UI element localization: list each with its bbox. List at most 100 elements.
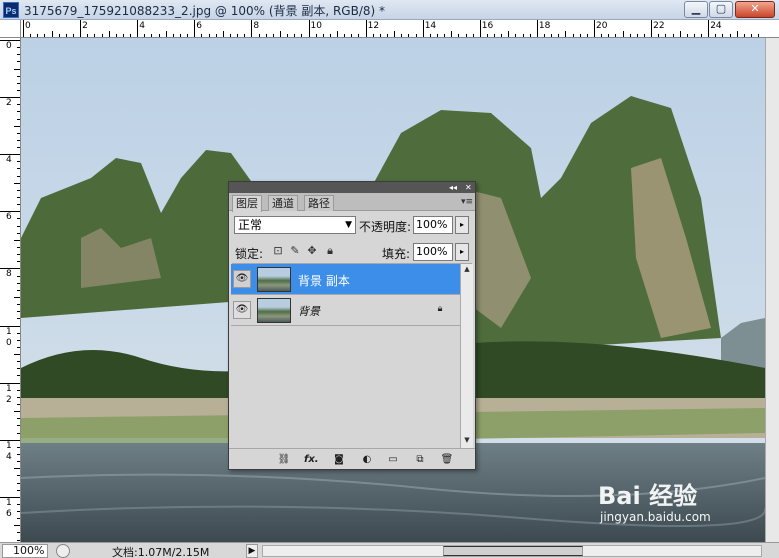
layers-bottom-toolbar: ⛓︎ fx. ◙ ◐ ▭ ⧉ 🗑︎ [229, 448, 475, 469]
status-menu-arrow[interactable]: ▶ [246, 544, 258, 558]
layer-name[interactable]: 背景 [298, 303, 320, 319]
tab-paths[interactable]: 路径 [304, 195, 334, 211]
zoom-field[interactable]: 100% [2, 544, 48, 558]
close-panel-icon[interactable]: ✕ [465, 182, 472, 193]
panel-tabs: 图层 通道 路径 ▾≡ [229, 193, 475, 212]
ruler-minor-tick [565, 31, 567, 37]
layers-panel: ◂◂ ✕ 图层 通道 路径 ▾≡ 正常 ▼ 不透明度: 100% ▸ 锁定: ⊡… [228, 181, 476, 470]
ruler-label: 2 [6, 98, 12, 109]
layer-name[interactable]: 背景 副本 [298, 272, 350, 289]
horizontal-ruler[interactable]: 0 2 4 6 8 10 12 14 16 18 20 22 24 [21, 20, 779, 38]
lock-all-icon[interactable]: 🔒︎ [324, 245, 336, 257]
ruler-minor-tick [14, 239, 20, 241]
window-title: 3175679_175921088233_2.jpg @ 100% (背景 副本… [24, 4, 385, 18]
ruler-minor-tick [14, 354, 20, 356]
watermark-url: jingyan.baidu.com [600, 510, 711, 524]
adjustment-icon[interactable]: ◐ [360, 453, 374, 466]
opacity-field[interactable]: 100% [413, 216, 453, 234]
status-bar: 100% 文档:1.07M/2.15M ▶ [0, 542, 779, 558]
scroll-down-icon[interactable]: ▼ [461, 436, 473, 446]
trash-icon[interactable]: 🗑︎ [440, 453, 454, 466]
ruler-label: 6 [196, 21, 203, 31]
minimize-button[interactable]: ▁ [684, 1, 708, 18]
fill-field[interactable]: 100% [413, 243, 453, 261]
ruler-major-tick [651, 20, 653, 37]
ruler-major-tick [80, 20, 82, 37]
chevron-down-icon: ▼ [345, 220, 352, 230]
layer-row-background[interactable]: 👁︎ 背景 🔒︎ [231, 295, 460, 326]
ruler-label: 10 [310, 21, 322, 31]
scroll-thumb[interactable] [443, 546, 583, 556]
info-icon[interactable] [56, 544, 70, 558]
photoshop-app-icon: Ps [3, 2, 19, 18]
lock-transparency-icon[interactable]: ⊡ [272, 245, 284, 257]
panel-title-bar[interactable]: ◂◂ ✕ [229, 182, 475, 193]
mask-icon[interactable]: ◙ [332, 453, 346, 466]
layers-scrollbar[interactable]: ▲ ▼ [460, 264, 473, 448]
ruler-label: 24 [710, 21, 722, 31]
ruler-corner[interactable] [0, 20, 21, 38]
ruler-label: 12 [367, 21, 380, 31]
ruler-minor-tick [108, 31, 110, 37]
fill-slider-arrow[interactable]: ▸ [455, 243, 469, 261]
collapse-panel-icon[interactable]: ◂◂ [449, 182, 457, 193]
ruler-minor-tick [679, 31, 681, 37]
ruler-label: 1 2 [6, 383, 12, 405]
watermark-logo: Bai 经验 [598, 482, 698, 510]
layer-thumbnail [257, 298, 291, 323]
ruler-minor-tick [622, 31, 624, 37]
ruler-minor-tick [222, 31, 224, 37]
fill-label: 填充: [382, 247, 411, 261]
vertical-ruler[interactable]: 0 2 4 6 8 1 0 1 2 1 4 1 6 [0, 38, 21, 542]
lock-position-icon[interactable]: ✥ [306, 245, 318, 257]
ruler-major-tick [194, 20, 196, 37]
ruler-major-tick [479, 20, 481, 37]
ruler-label: 1 6 [6, 497, 12, 519]
opacity-slider-arrow[interactable]: ▸ [455, 216, 469, 234]
restore-button[interactable]: ▢ [709, 1, 733, 18]
ruler-label: 0 [6, 41, 12, 51]
ruler-label: 8 [253, 21, 260, 31]
close-button[interactable]: ✕ [735, 1, 775, 18]
opacity-label: 不透明度: [359, 220, 412, 234]
ruler-minor-tick [14, 525, 20, 527]
blend-mode-value: 正常 [238, 218, 263, 232]
ruler-label: 14 [424, 21, 437, 31]
ruler-major-tick [308, 20, 310, 37]
canvas-vertical-scrollbar[interactable] [765, 38, 779, 542]
tab-channels[interactable]: 通道 [268, 195, 298, 211]
layers-list: 👁︎ 背景 副本 👁︎ 背景 🔒︎ [231, 264, 460, 448]
new-layer-icon[interactable]: ⧉ [413, 453, 427, 466]
ruler-label: 22 [653, 21, 665, 31]
layer-thumbnail [257, 267, 291, 292]
ruler-major-tick [594, 20, 595, 37]
tab-layers[interactable]: 图层 [232, 195, 262, 212]
layer-row-background-copy[interactable]: 👁︎ 背景 副本 [231, 264, 460, 295]
ruler-label: 0 [25, 21, 31, 31]
ruler-major-tick [536, 20, 538, 37]
ruler-label: 1 4 [6, 440, 12, 462]
ruler-minor-tick [394, 31, 396, 37]
visibility-eye-icon[interactable]: 👁︎ [233, 270, 251, 288]
ruler-major-tick [23, 20, 24, 37]
lock-image-pixels-icon[interactable]: ✎ [289, 245, 301, 257]
ruler-minor-tick [165, 31, 167, 37]
fx-icon[interactable]: fx. [304, 453, 319, 466]
folder-icon[interactable]: ▭ [386, 453, 400, 466]
ruler-major-tick [137, 20, 139, 37]
ruler-label: 20 [596, 21, 608, 31]
ruler-label: 6 [6, 212, 12, 223]
link-icon[interactable]: ⛓︎ [277, 453, 291, 466]
ruler-minor-tick [14, 468, 20, 470]
document-info: 文档:1.07M/2.15M [112, 546, 210, 558]
scroll-up-icon[interactable]: ▲ [461, 265, 473, 275]
panel-menu-icon[interactable]: ▾≡ [461, 197, 473, 207]
ruler-label: 16 [481, 21, 494, 31]
ruler-label: 18 [538, 21, 551, 31]
ruler-minor-tick [736, 31, 738, 37]
ruler-label: 4 [139, 21, 145, 31]
blend-mode-select[interactable]: 正常 ▼ [234, 216, 356, 234]
ruler-major-tick [422, 20, 424, 37]
canvas-horizontal-scrollbar[interactable] [262, 545, 762, 557]
visibility-eye-icon[interactable]: 👁︎ [233, 301, 251, 319]
